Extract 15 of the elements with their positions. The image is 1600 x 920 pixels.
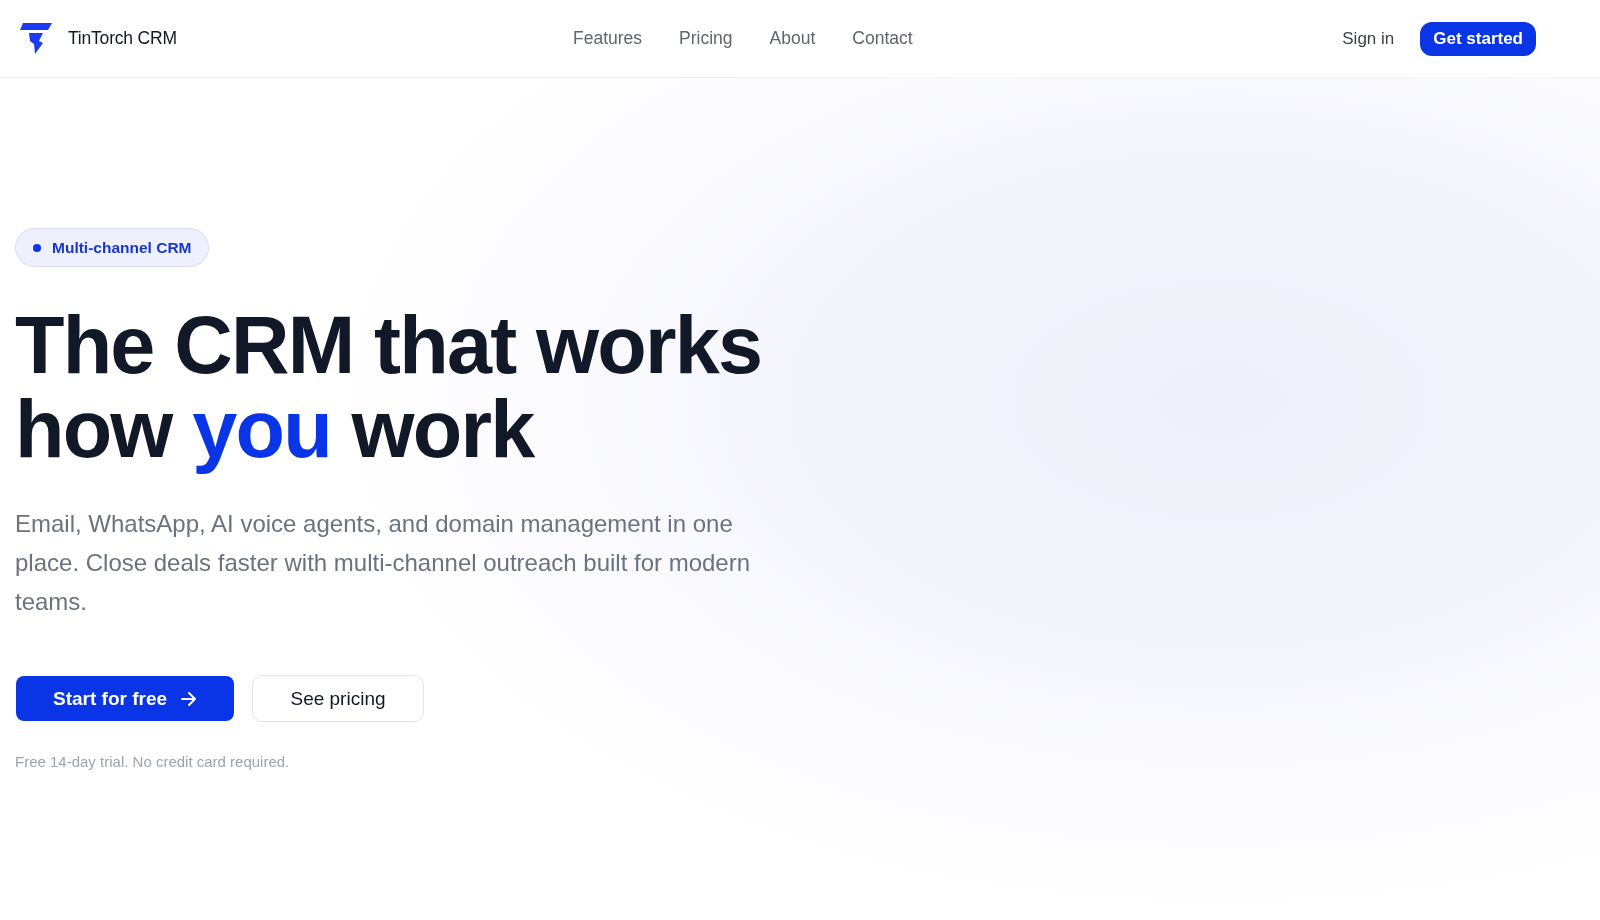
hero-description: Email, WhatsApp, AI voice agents, and domain management in one place. Close deals faster with multi-channel outreach built for modern teams. [15, 509, 752, 617]
brand-name[interactable]: TinTorch CRM [68, 28, 177, 49]
arrow-right-icon [181, 691, 197, 706]
logo-icon [20, 23, 52, 54]
badge-label: Multi-channel CRM [52, 238, 192, 257]
see-pricing-button[interactable]: See pricing [252, 675, 424, 722]
trial-note: Free 14-day trial. No credit card required. [15, 753, 290, 770]
nav-link[interactable]: Features [573, 28, 643, 49]
status-dot-icon [33, 243, 41, 252]
nav-link[interactable]: About [769, 28, 816, 49]
sign-in-link[interactable]: Sign in [1342, 28, 1395, 49]
nav-link[interactable]: Contact [852, 28, 913, 49]
get-started-button[interactable]: Get started [1420, 21, 1536, 56]
start-free-button[interactable]: Start for free [16, 676, 234, 721]
nav-link[interactable]: Pricing [679, 28, 733, 49]
